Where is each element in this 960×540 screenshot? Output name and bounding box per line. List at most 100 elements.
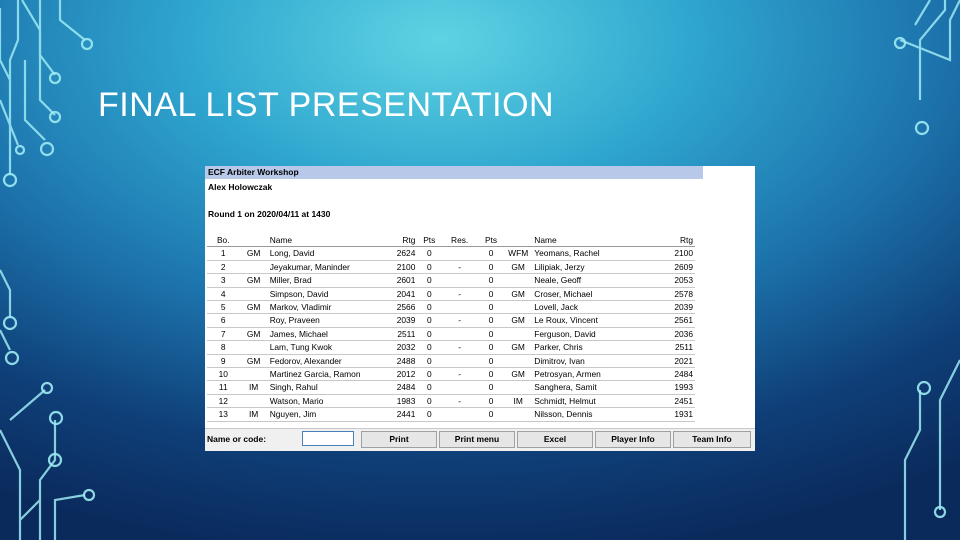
- black-player-name-cell: Lilipiak, Jerzy: [532, 260, 665, 275]
- table-row[interactable]: 5 GM Markov, Vladimir 2566 0 0 Lovell, Jack 203…: [207, 300, 695, 315]
- board-number-cell: 1: [207, 246, 240, 261]
- white-rating-cell: 2012: [389, 367, 418, 382]
- table-row[interactable]: 1 GM Long, David 2624 0 0 WFM Yeomans, Rachel 21…: [207, 246, 695, 261]
- result-cell: -: [441, 367, 479, 382]
- white-title-cell: IM: [239, 407, 268, 422]
- white-title-cell: [239, 394, 268, 409]
- white-points-cell: 0: [417, 340, 442, 355]
- column-header-name-white[interactable]: Name: [267, 234, 390, 248]
- white-player-name-cell: Singh, Rahul: [267, 380, 390, 395]
- black-title-cell: GM: [504, 287, 533, 302]
- white-rating-cell: 2100: [389, 260, 418, 275]
- result-cell: [441, 246, 479, 261]
- white-points-cell: 0: [417, 287, 442, 302]
- black-player-name-cell: Le Roux, Vincent: [532, 313, 665, 328]
- pairings-table: Bo. Name Rtg Pts Res. Pts Name Rtg 1 GM Lo…: [207, 234, 695, 422]
- result-cell: [441, 354, 479, 369]
- slide-title: FINAL LIST PRESENTATION: [98, 86, 555, 124]
- table-row[interactable]: 7 GM James, Michael 2511 0 0 Ferguson, David 20…: [207, 327, 695, 342]
- result-cell: [441, 380, 479, 395]
- white-rating-cell: 1983: [389, 394, 418, 409]
- black-title-cell: [504, 407, 533, 422]
- table-header-row: Bo. Name Rtg Pts Res. Pts Name Rtg: [207, 234, 695, 248]
- table-row[interactable]: 10 Martinez Garcia, Ramon 2012 0-0 GM Petrosy…: [207, 367, 695, 382]
- column-header-rating-black[interactable]: Rtg: [664, 234, 695, 248]
- table-row[interactable]: 9 GM Fedorov, Alexander 2488 0 0 Dimitrov, Iva…: [207, 354, 695, 369]
- table-row[interactable]: 11 IM Singh, Rahul 2484 0 0 Sanghera, Samit 199…: [207, 380, 695, 395]
- white-rating-cell: 2601: [389, 273, 418, 288]
- white-title-cell: GM: [239, 354, 268, 369]
- white-rating-cell: 2488: [389, 354, 418, 369]
- column-header-points-black[interactable]: Pts: [478, 234, 505, 248]
- column-header-points-white[interactable]: Pts: [417, 234, 442, 248]
- white-rating-cell: 2624: [389, 246, 418, 261]
- white-points-cell: 0: [417, 407, 442, 422]
- white-player-name-cell: Nguyen, Jim: [267, 407, 390, 422]
- column-header-title-white[interactable]: [239, 234, 268, 248]
- black-title-cell: GM: [504, 313, 533, 328]
- white-player-name-cell: Martinez Garcia, Ramon: [267, 367, 390, 382]
- print-menu-button[interactable]: Print menu: [439, 431, 515, 448]
- white-player-name-cell: Long, David: [267, 246, 390, 261]
- column-header-name-black[interactable]: Name: [532, 234, 665, 248]
- white-title-cell: IM: [239, 380, 268, 395]
- white-points-cell: 0: [417, 327, 442, 342]
- black-player-name-cell: Lovell, Jack: [532, 300, 665, 315]
- round-info-label: Round 1 on 2020/04/11 at 1430: [208, 209, 331, 219]
- black-rating-cell: 2451: [664, 394, 695, 409]
- black-rating-cell: 2053: [664, 273, 695, 288]
- team-info-button[interactable]: Team Info: [673, 431, 751, 448]
- board-number-cell: 3: [207, 273, 240, 288]
- black-player-name-cell: Ferguson, David: [532, 327, 665, 342]
- board-number-cell: 2: [207, 260, 240, 275]
- black-points-cell: 0: [478, 367, 505, 382]
- pairings-body: 1 GM Long, David 2624 0 0 WFM Yeomans, Rachel 21…: [207, 246, 695, 422]
- result-cell: -: [441, 340, 479, 355]
- excel-button[interactable]: Excel: [517, 431, 593, 448]
- black-title-cell: [504, 354, 533, 369]
- white-rating-cell: 2039: [389, 313, 418, 328]
- white-player-name-cell: James, Michael: [267, 327, 390, 342]
- black-player-name-cell: Sanghera, Samit: [532, 380, 665, 395]
- white-player-name-cell: Markov, Vladimir: [267, 300, 390, 315]
- white-player-name-cell: Fedorov, Alexander: [267, 354, 390, 369]
- table-row[interactable]: 4 Simpson, David 2041 0-0 GM Croser, Michael 2…: [207, 287, 695, 302]
- board-number-cell: 8: [207, 340, 240, 355]
- black-title-cell: [504, 380, 533, 395]
- result-cell: [441, 407, 479, 422]
- black-rating-cell: 2609: [664, 260, 695, 275]
- black-points-cell: 0: [478, 313, 505, 328]
- column-header-title-black[interactable]: [504, 234, 533, 248]
- print-button[interactable]: Print: [361, 431, 437, 448]
- white-title-cell: [239, 260, 268, 275]
- white-title-cell: [239, 287, 268, 302]
- board-number-cell: 9: [207, 354, 240, 369]
- table-row[interactable]: 2 Jeyakumar, Maninder 2100 0-0 GM Lilipiak, J…: [207, 260, 695, 275]
- table-row[interactable]: 8 Lam, Tung Kwok 2032 0-0 GM Parker, Chris 251…: [207, 340, 695, 355]
- name-or-code-input[interactable]: [302, 431, 354, 446]
- board-number-cell: 4: [207, 287, 240, 302]
- white-title-cell: [239, 367, 268, 382]
- column-header-result[interactable]: Res.: [441, 234, 479, 248]
- black-rating-cell: 2578: [664, 287, 695, 302]
- black-title-cell: GM: [504, 340, 533, 355]
- white-points-cell: 0: [417, 380, 442, 395]
- table-row[interactable]: 3 GM Miller, Brad 2601 0 0 Neale, Geoff 2053: [207, 273, 695, 288]
- column-header-board[interactable]: Bo.: [207, 234, 240, 248]
- column-header-rating-white[interactable]: Rtg: [389, 234, 418, 248]
- table-row[interactable]: 6 Roy, Praveen 2039 0-0 GM Le Roux, Vincent 25…: [207, 313, 695, 328]
- white-rating-cell: 2484: [389, 380, 418, 395]
- black-player-name-cell: Nilsson, Dennis: [532, 407, 665, 422]
- white-title-cell: GM: [239, 246, 268, 261]
- black-points-cell: 0: [478, 354, 505, 369]
- white-rating-cell: 2041: [389, 287, 418, 302]
- white-title-cell: GM: [239, 327, 268, 342]
- black-rating-cell: 2036: [664, 327, 695, 342]
- table-row[interactable]: 12 Watson, Mario 1983 0-0 IM Schmidt, Helmut 2…: [207, 394, 695, 409]
- black-title-cell: [504, 300, 533, 315]
- black-player-name-cell: Yeomans, Rachel: [532, 246, 665, 261]
- table-row[interactable]: 13 IM Nguyen, Jim 2441 0 0 Nilsson, Dennis 1931: [207, 407, 695, 422]
- player-info-button[interactable]: Player Info: [595, 431, 671, 448]
- black-rating-cell: 2100: [664, 246, 695, 261]
- white-player-name-cell: Watson, Mario: [267, 394, 390, 409]
